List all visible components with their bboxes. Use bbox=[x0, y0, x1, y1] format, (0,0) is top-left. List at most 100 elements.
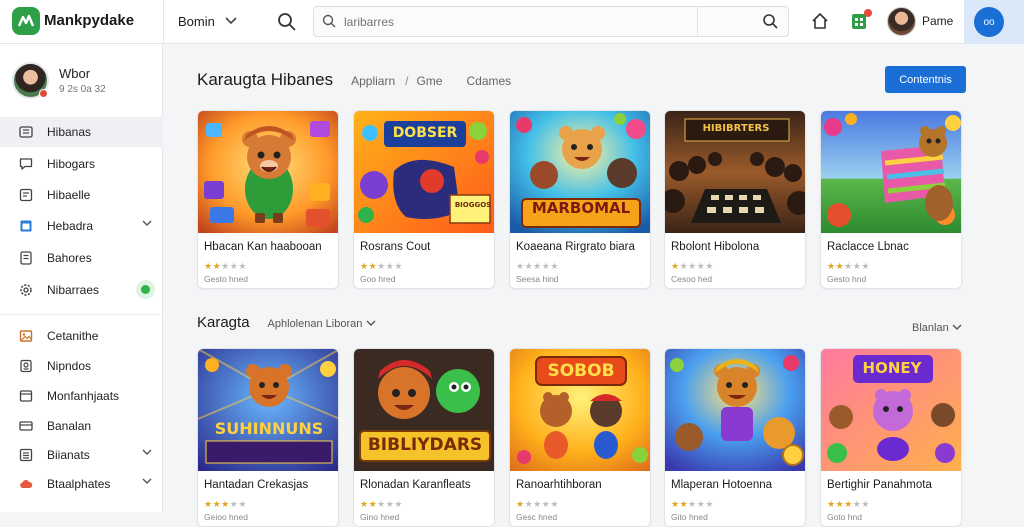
sidebar-item-9[interactable]: Monfanhjaats bbox=[0, 381, 163, 411]
sidebar-item-1[interactable]: Hibanas bbox=[0, 117, 163, 147]
game-card[interactable]: HONEY Bertighir Panahmota ★★★★★ Goto hnd bbox=[820, 348, 962, 527]
rating-stars: ★★★★★ bbox=[827, 499, 870, 510]
star-icon: ★ bbox=[671, 261, 680, 271]
sidebar-item-5[interactable]: Bahores bbox=[0, 243, 163, 273]
game-title: Hantadan Crekasjas bbox=[204, 479, 309, 491]
top-menu-dropdown[interactable]: Bomin bbox=[178, 14, 237, 29]
game-title: Raclacce Lbnac bbox=[827, 241, 909, 253]
sidebar-item-label: Nibarraes bbox=[47, 283, 100, 297]
sidebar-item-10[interactable]: Banalan bbox=[0, 411, 163, 441]
app-logo-icon[interactable] bbox=[12, 7, 40, 35]
game-card[interactable]: Mlaperan Hotoenna ★★★★★ Gito hned bbox=[664, 348, 806, 527]
search-input[interactable] bbox=[344, 13, 674, 31]
search-divider bbox=[697, 7, 698, 36]
star-icon: ★ bbox=[360, 261, 369, 271]
game-card[interactable]: Hbacan Kan haabooan ★★★★★ Gesto hned bbox=[197, 110, 339, 289]
game-art-title: HIBIBRTERS bbox=[702, 123, 770, 134]
section-header: Karagta Aphlolenan Liboran bbox=[197, 314, 376, 331]
game-card[interactable]: DOBSER BIOGGOS Rosrans Cout ★★★★★ Goo hr… bbox=[353, 110, 495, 289]
page-icon bbox=[20, 251, 32, 265]
star-icon: ★ bbox=[861, 499, 870, 509]
app-name[interactable]: Mankpydake bbox=[44, 12, 134, 29]
breadcrumb-link[interactable]: Appliarn bbox=[351, 74, 395, 88]
game-meta: Geioo hned bbox=[204, 512, 248, 522]
game-thumbnail: BIBLIYDARS bbox=[354, 349, 494, 471]
search-icon[interactable] bbox=[277, 12, 297, 32]
star-icon: ★ bbox=[394, 261, 403, 271]
game-art-title: SUHINNUNS bbox=[214, 419, 324, 438]
game-thumbnail bbox=[665, 349, 805, 471]
game-meta: Gito hned bbox=[671, 512, 708, 522]
rating-stars: ★★★★★ bbox=[516, 261, 559, 272]
account-panel: oo bbox=[964, 0, 1024, 44]
game-art-subtitle: BIOGGOS bbox=[454, 201, 492, 209]
home-icon[interactable] bbox=[811, 12, 829, 35]
sidebar-item-label: Bahores bbox=[47, 251, 92, 265]
sidebar-item-12[interactable]: Btaalphates bbox=[0, 469, 163, 499]
folder-icon bbox=[19, 390, 33, 402]
game-art-title: DOBSER bbox=[392, 125, 458, 141]
sidebar-item-8[interactable]: Nipndos bbox=[0, 351, 163, 381]
breadcrumb-separator: / bbox=[405, 74, 409, 88]
search-bar[interactable] bbox=[313, 6, 789, 37]
section-title: Karagta bbox=[197, 314, 250, 331]
game-card[interactable]: HIBIBRTERS Rbolont Hibolona ★★★★★ Cesoo … bbox=[664, 110, 806, 289]
breadcrumb-link[interactable]: Gme bbox=[416, 74, 442, 88]
game-meta: Seesa hind bbox=[516, 274, 559, 284]
gear-icon bbox=[20, 284, 32, 296]
star-icon: ★ bbox=[844, 499, 853, 509]
sidebar-item-4[interactable]: Hebadra bbox=[0, 211, 163, 241]
game-card[interactable]: SOBOB Ranoarhtihboran ★★★★★ Gesc hned bbox=[509, 348, 651, 527]
sidebar-item-label: Nipndos bbox=[47, 359, 92, 373]
star-icon: ★ bbox=[679, 499, 689, 509]
rating-stars: ★★★★★ bbox=[204, 499, 247, 510]
star-icon: ★ bbox=[688, 499, 697, 509]
star-icon: ★ bbox=[516, 499, 525, 509]
sidebar-item-label: Hibanas bbox=[47, 125, 92, 139]
game-thumbnail: MARBOMAL bbox=[510, 111, 650, 233]
game-card[interactable]: MARBOMAL Koaeana Rirgrato biara ★★★★★ Se… bbox=[509, 110, 651, 289]
user-avatar[interactable] bbox=[887, 7, 916, 36]
sidebar-item-6[interactable]: Nibarraes bbox=[0, 275, 163, 305]
star-icon: ★ bbox=[204, 499, 213, 509]
search-icon bbox=[322, 14, 336, 33]
chevron-down-icon bbox=[142, 476, 152, 488]
rating-stars: ★★★★★ bbox=[204, 261, 247, 272]
game-title: Hbacan Kan haabooan bbox=[204, 241, 322, 253]
sidebar-item-11[interactable]: Biianats bbox=[0, 440, 163, 470]
star-icon: ★ bbox=[238, 499, 247, 509]
sidebar-profile[interactable]: Wbor 9 2s 0a 32 bbox=[12, 62, 162, 106]
game-title: Ranoarhtihboran bbox=[516, 479, 602, 491]
account-button[interactable]: oo bbox=[974, 7, 1004, 37]
star-icon: ★ bbox=[394, 499, 403, 509]
filter-dropdown[interactable]: Aphlolenan Liboran bbox=[268, 318, 363, 330]
breadcrumb-link[interactable]: Cdames bbox=[466, 74, 511, 88]
profile-name: Wbor bbox=[59, 66, 91, 81]
list-icon bbox=[19, 448, 33, 462]
game-meta: Gesto hnd bbox=[827, 274, 867, 284]
game-card[interactable]: SUHINNUNS Hantadan Crekasjas ★★★★★ Geioo… bbox=[197, 348, 339, 527]
notification-badge bbox=[864, 9, 872, 17]
card-icon bbox=[19, 421, 33, 431]
search-submit-icon[interactable] bbox=[762, 13, 778, 34]
user-name[interactable]: Pame bbox=[922, 14, 953, 28]
sidebar-item-2[interactable]: Hibogars bbox=[0, 149, 163, 179]
star-icon: ★ bbox=[705, 261, 714, 271]
sidebar-item-7[interactable]: Cetanithe bbox=[0, 321, 163, 351]
star-icon: ★ bbox=[377, 499, 386, 509]
sidebar-item-3[interactable]: Hibaelle bbox=[0, 180, 163, 210]
rating-stars: ★★★★★ bbox=[516, 499, 559, 510]
game-thumbnail: HIBIBRTERS bbox=[665, 111, 805, 233]
game-card[interactable]: Raclacce Lbnac ★★★★★ Gesto hnd bbox=[820, 110, 962, 289]
sidebar-item-label: Banalan bbox=[47, 419, 92, 433]
star-icon: ★ bbox=[533, 499, 542, 509]
badge-icon bbox=[20, 359, 32, 373]
primary-action-button[interactable]: Contentnis bbox=[885, 66, 966, 93]
sidebar-item-label: Monfanhjaats bbox=[47, 389, 120, 403]
sort-dropdown[interactable]: Blanlan bbox=[912, 322, 962, 334]
game-title: Rosrans Cout bbox=[360, 241, 431, 253]
rating-stars: ★★★★★ bbox=[360, 261, 403, 272]
sidebar-item-label: Hebadra bbox=[47, 219, 94, 233]
game-card[interactable]: BIBLIYDARS Rlonadan Karanfleats ★★★★★ Gi… bbox=[353, 348, 495, 527]
chevron-down-icon[interactable] bbox=[366, 319, 376, 330]
